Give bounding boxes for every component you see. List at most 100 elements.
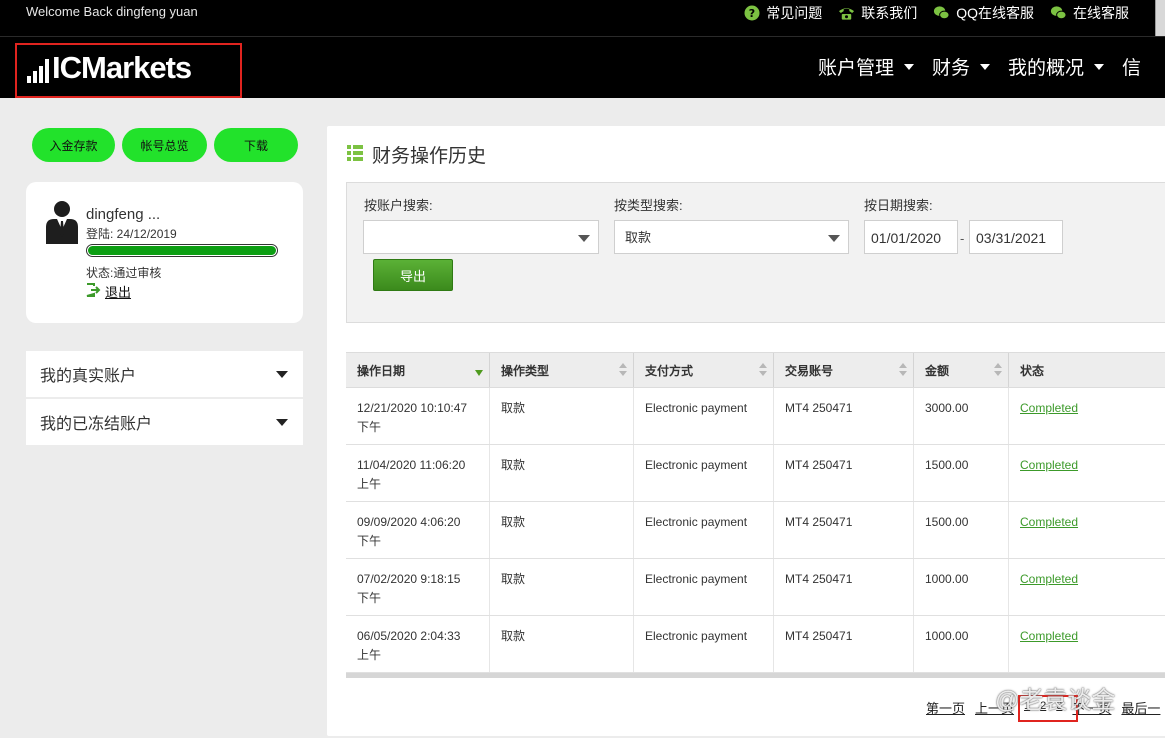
cell-date-ampm: 下午 (357, 420, 382, 434)
cell-account: MT4 250471 (774, 502, 914, 558)
cell-method: Electronic payment (634, 559, 774, 615)
online-support-link[interactable]: 在线客服 (1050, 3, 1129, 23)
profile-status: 状态:通过审核 (86, 266, 162, 280)
cell-date: 12/21/2020 10:10:47 下午 (346, 388, 490, 444)
logout-link[interactable]: 退出 (86, 282, 131, 301)
frozen-accounts-dropdown[interactable]: 我的已冻结账户 (26, 399, 303, 445)
main-nav: 账户管理 财务 我的概况 信 (818, 53, 1141, 80)
chevron-down-icon (980, 63, 991, 70)
header-label: 支付方式 (645, 364, 694, 378)
scrollbar[interactable] (1155, 0, 1165, 36)
account-select[interactable] (363, 220, 599, 254)
status-link[interactable]: Completed (1020, 572, 1078, 586)
cell-type: 取款 (490, 502, 634, 558)
real-accounts-dropdown[interactable]: 我的真实账户 (26, 351, 303, 397)
sort-icon (759, 363, 767, 377)
cell-method: Electronic payment (634, 445, 774, 501)
qq-support-link[interactable]: QQ在线客服 (933, 3, 1034, 23)
top-links: ? 常见问题 联系我们 QQ在线客服 在线客服 (743, 3, 1129, 23)
quick-action-buttons: 入金存款 帐号总览 下载 (32, 128, 298, 162)
ic-markets-logo[interactable]: IC Markets (27, 50, 192, 85)
header-method[interactable]: 支付方式 (634, 353, 774, 387)
cell-date-time: 12/21/2020 10:10:47 (357, 401, 468, 415)
header-date[interactable]: 操作日期 (346, 353, 490, 387)
cell-status: Completed (1009, 445, 1165, 501)
logo-bars-icon (27, 59, 49, 83)
logo-ic-text: IC (52, 50, 82, 85)
chat-bubble-icon (1050, 5, 1067, 22)
download-button[interactable]: 下载 (214, 128, 298, 162)
cell-type: 取款 (490, 559, 634, 615)
faq-label: 常见问题 (766, 5, 823, 21)
finance-history-panel: 财务操作历史 按账户搜索: 按类型搜索: 取款 按日期搜索: 01/01/202… (327, 126, 1165, 736)
header-amount[interactable]: 金额 (914, 353, 1009, 387)
cell-date: 06/05/2020 2:04:33 上午 (346, 616, 490, 672)
table-row: 11/04/2020 11:06:20 上午 取款 Electronic paym… (346, 445, 1165, 502)
sort-desc-icon (475, 370, 483, 376)
status-link[interactable]: Completed (1020, 515, 1078, 529)
header-status[interactable]: 状态 (1009, 353, 1165, 387)
cell-date-time: 07/02/2020 9:18:15 (357, 572, 461, 586)
table-scroll-footer (346, 673, 1165, 678)
cell-amount: 1500.00 (914, 502, 1009, 558)
header-type[interactable]: 操作类型 (490, 353, 634, 387)
cell-account: MT4 250471 (774, 445, 914, 501)
nav-my-profile[interactable]: 我的概况 (1008, 53, 1105, 80)
faq-link[interactable]: ? 常见问题 (743, 3, 822, 23)
cell-status: Completed (1009, 388, 1165, 444)
contact-link[interactable]: 联系我们 (838, 3, 917, 23)
nav-account-management[interactable]: 账户管理 (818, 53, 915, 80)
cell-amount: 1000.00 (914, 559, 1009, 615)
search-filters: 按账户搜索: 按类型搜索: 取款 按日期搜索: 01/01/2020 - 03/… (346, 182, 1165, 323)
cell-date: 11/04/2020 11:06:20 上午 (346, 445, 490, 501)
cell-date: 07/02/2020 9:18:15 下午 (346, 559, 490, 615)
logout-label: 退出 (105, 285, 132, 300)
type-select-value: 取款 (625, 230, 652, 245)
cell-date-ampm: 上午 (357, 477, 382, 491)
nav-finance[interactable]: 财务 (932, 53, 991, 80)
cell-amount: 1000.00 (914, 616, 1009, 672)
cell-date-time: 06/05/2020 2:04:33 (357, 629, 461, 643)
chevron-down-icon (1094, 63, 1105, 70)
date-to-input[interactable]: 03/31/2021 (969, 220, 1063, 254)
profile-card: dingfeng ... 登陆: 24/12/2019 状态:通过审核 退出 (26, 182, 303, 323)
table-header: 操作日期 操作类型 支付方式 交易账号 金额 状态 (346, 352, 1165, 388)
last-page-link[interactable]: 最后一 (1121, 698, 1160, 717)
cell-date-time: 11/04/2020 11:06:20 (357, 458, 466, 472)
profile-progress-bar (86, 244, 278, 257)
cell-status: Completed (1009, 502, 1165, 558)
cell-method: Electronic payment (634, 616, 774, 672)
cell-method: Electronic payment (634, 502, 774, 558)
first-page-link[interactable]: 第一页 (926, 698, 965, 717)
site-header: IC Markets 账户管理 财务 我的概况 信 (0, 36, 1165, 98)
nav-label: 我的概况 (1008, 58, 1085, 79)
date-search-label: 按日期搜索: (864, 198, 933, 213)
cell-account: MT4 250471 (774, 388, 914, 444)
welcome-text: Welcome Back dingfeng yuan (26, 4, 198, 19)
sort-icon (619, 363, 627, 377)
status-link[interactable]: Completed (1020, 629, 1078, 643)
deposit-button[interactable]: 入金存款 (32, 128, 115, 162)
status-link[interactable]: Completed (1020, 401, 1078, 415)
watermark: @老袁谈金 (995, 687, 1116, 714)
header-label: 交易账号 (785, 364, 834, 378)
cell-status: Completed (1009, 559, 1165, 615)
chevron-down-icon (276, 418, 288, 426)
status-link[interactable]: Completed (1020, 458, 1078, 472)
account-overview-button[interactable]: 帐号总览 (122, 128, 207, 162)
top-bar: Welcome Back dingfeng yuan ? 常见问题 联系我们 Q… (0, 0, 1165, 36)
cell-date: 09/09/2020 4:06:20 下午 (346, 502, 490, 558)
date-separator: - (960, 231, 965, 246)
nav-info[interactable]: 信 (1122, 53, 1141, 80)
chevron-down-icon (828, 235, 840, 242)
type-select[interactable]: 取款 (614, 220, 849, 254)
profile-name: dingfeng ... (86, 206, 161, 223)
header-label: 金额 (925, 364, 950, 378)
export-button[interactable]: 导出 (373, 259, 453, 291)
cell-date-time: 09/09/2020 4:06:20 (357, 515, 461, 529)
sort-icon (994, 363, 1002, 377)
date-from-input[interactable]: 01/01/2020 (864, 220, 958, 254)
online-support-label: 在线客服 (1073, 5, 1129, 21)
frozen-accounts-label: 我的已冻结账户 (40, 416, 153, 433)
header-account[interactable]: 交易账号 (774, 353, 914, 387)
